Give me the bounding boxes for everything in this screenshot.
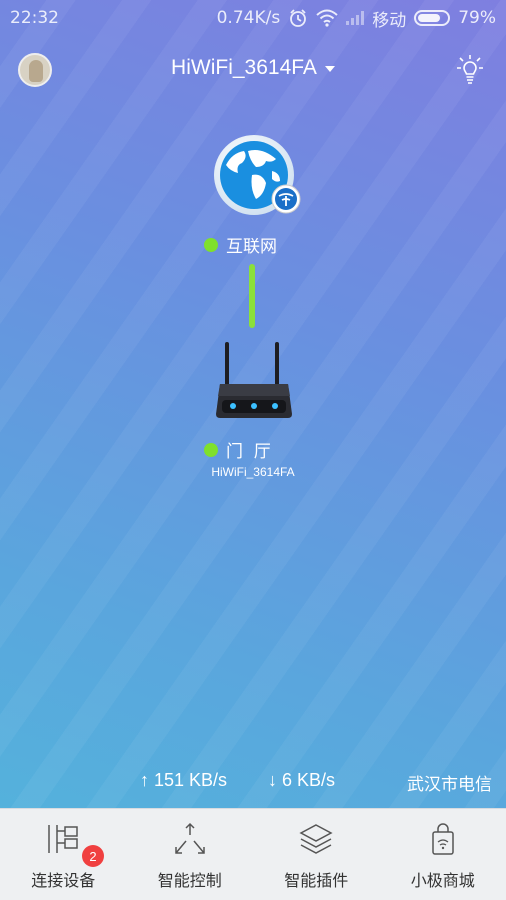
caret-down-icon[interactable] bbox=[324, 66, 335, 72]
status-dot bbox=[204, 442, 218, 457]
router-subname: HiWiFi_3614FA bbox=[211, 465, 295, 479]
battery-icon bbox=[414, 10, 451, 26]
isp-name: 武汉市电信 bbox=[407, 775, 492, 795]
internet-node-label: 互联网 bbox=[204, 232, 277, 257]
devices-badge: 2 bbox=[82, 845, 104, 867]
globe-telecom-icon[interactable] bbox=[212, 135, 304, 217]
status-dot bbox=[204, 237, 218, 252]
router-node-label: 门 厅 bbox=[204, 437, 271, 462]
router-label: 门 厅 bbox=[226, 442, 271, 462]
nav-store[interactable]: 小极商城 bbox=[380, 809, 506, 900]
router-icon[interactable] bbox=[214, 340, 294, 422]
status-right: 0.74K/s 移动 79% bbox=[217, 6, 496, 31]
expand-arrows-icon bbox=[175, 822, 205, 854]
nav-label: 智能控制 bbox=[157, 871, 222, 890]
internet-label: 互联网 bbox=[226, 237, 277, 257]
nav-connected-devices[interactable]: 2 连接设备 bbox=[0, 809, 127, 900]
alarm-icon bbox=[290, 9, 307, 27]
nav-label: 连接设备 bbox=[31, 871, 96, 890]
status-speed: 0.74K/s bbox=[216, 8, 281, 28]
shopping-bag-icon bbox=[432, 823, 454, 855]
upload-speed: ↑ 151 KB/s bbox=[140, 770, 228, 790]
layers-icon bbox=[299, 824, 333, 854]
download-speed: ↓ 6 KB/s bbox=[268, 770, 336, 790]
connection-line bbox=[249, 264, 255, 328]
status-time: 22:32 bbox=[10, 8, 59, 28]
devices-tree-icon bbox=[48, 825, 78, 853]
network-name[interactable]: HiWiFi_3614FA bbox=[171, 56, 317, 80]
bottom-nav: 2 连接设备 智能控制 智能插件 小极商城 bbox=[0, 808, 506, 900]
status-battery: 79% bbox=[458, 8, 496, 28]
status-carrier: 移动 bbox=[372, 10, 407, 31]
nav-smart-control[interactable]: 智能控制 bbox=[127, 809, 254, 900]
lightbulb-icon[interactable] bbox=[452, 52, 488, 88]
status-bar: 22:32 0.74K/s 移动 79% bbox=[0, 0, 506, 36]
speed-row: ↑ 151 KB/s ↓ 6 KB/s 武汉市电信 bbox=[0, 770, 506, 796]
wifi-icon bbox=[316, 9, 338, 27]
nav-smart-plugins[interactable]: 智能插件 bbox=[253, 809, 380, 900]
nav-label: 小极商城 bbox=[410, 871, 475, 890]
signal-icon bbox=[346, 11, 365, 25]
nav-label: 智能插件 bbox=[284, 871, 349, 890]
network-selector[interactable]: HiWiFi_3614FA bbox=[0, 56, 506, 80]
